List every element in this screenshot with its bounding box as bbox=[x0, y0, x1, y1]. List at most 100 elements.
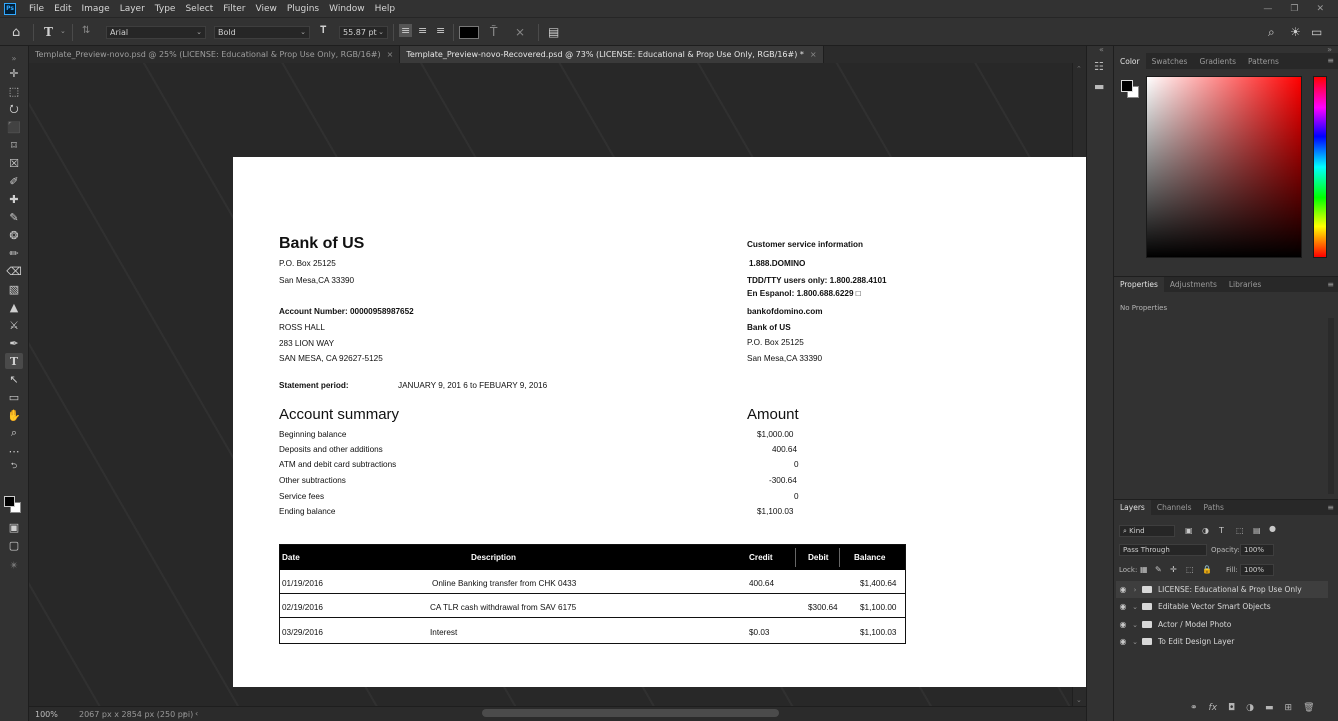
crop-tool-icon[interactable]: ⌑ bbox=[5, 137, 23, 153]
object-select-tool-icon[interactable]: ⬛ bbox=[5, 119, 23, 135]
layer-style-fx-icon[interactable]: fx bbox=[1209, 703, 1218, 713]
document-canvas[interactable]: Bank of US P.O. Box 25125 San Mesa,CA 33… bbox=[233, 157, 1106, 687]
gradient-tool-icon[interactable]: ▧ bbox=[5, 281, 23, 297]
smart-object-filter-icon[interactable]: ▤ bbox=[1253, 526, 1261, 535]
horizontal-scrollbar-thumb[interactable] bbox=[482, 709, 779, 717]
scroll-down-icon[interactable]: ⌄ bbox=[1076, 696, 1082, 704]
visibility-eye-icon[interactable]: ◉ bbox=[1116, 585, 1130, 594]
dodge-tool-icon[interactable]: ⚔ bbox=[5, 317, 23, 333]
tab-paths[interactable]: Paths bbox=[1198, 500, 1230, 516]
blend-mode-select[interactable]: Pass Through bbox=[1119, 544, 1207, 556]
tab-channels[interactable]: Channels bbox=[1151, 500, 1198, 516]
foreground-color-swatch[interactable] bbox=[4, 496, 15, 507]
comments-panel-icon[interactable]: ▬ bbox=[1094, 80, 1104, 93]
tab-gradients[interactable]: Gradients bbox=[1193, 53, 1242, 69]
tab-layers[interactable]: Layers bbox=[1114, 499, 1151, 516]
rectangle-tool-icon[interactable]: ▭ bbox=[5, 389, 23, 405]
add-mask-icon[interactable]: ◘ bbox=[1228, 703, 1235, 713]
visibility-eye-icon[interactable]: ◉ bbox=[1116, 637, 1130, 646]
tab-adjustments[interactable]: Adjustments bbox=[1164, 277, 1223, 293]
lock-artboard-icon[interactable]: ⬚ bbox=[1186, 565, 1194, 574]
link-layers-icon[interactable]: ⚭ bbox=[1190, 703, 1198, 713]
path-selection-tool-icon[interactable]: ↖ bbox=[5, 371, 23, 387]
scroll-up-icon[interactable]: ⌃ bbox=[1076, 65, 1082, 73]
tab-libraries[interactable]: Libraries bbox=[1223, 277, 1267, 293]
quick-mask-icon[interactable]: ▣ bbox=[5, 519, 23, 535]
document-info[interactable]: 2067 px x 2854 px (250 ppi) bbox=[79, 710, 193, 719]
minimize-icon[interactable]: — bbox=[1263, 4, 1272, 14]
blur-tool-icon[interactable]: ▲ bbox=[5, 299, 23, 315]
workspace-icon[interactable]: ▭ bbox=[1311, 25, 1322, 39]
opacity-field[interactable]: 100% bbox=[1240, 544, 1274, 556]
chevron-down-icon[interactable]: ⌄ bbox=[60, 27, 66, 35]
color-picker-field[interactable] bbox=[1146, 76, 1302, 258]
menu-select[interactable]: Select bbox=[180, 4, 218, 14]
foreground-color-swatch[interactable] bbox=[1121, 80, 1133, 92]
lock-position-icon[interactable]: ✛ bbox=[1170, 565, 1177, 574]
cancel-edit-icon[interactable]: ⨯ bbox=[515, 25, 525, 39]
close-icon[interactable]: × bbox=[387, 50, 394, 59]
more-tools-icon[interactable]: ⋯ bbox=[5, 443, 23, 459]
eraser-tool-icon[interactable]: ⌫ bbox=[5, 263, 23, 279]
layer-filter-select[interactable]: ⌕ Kind bbox=[1119, 525, 1175, 537]
type-filter-icon[interactable]: T bbox=[1219, 526, 1224, 535]
text-color-swatch[interactable] bbox=[459, 26, 479, 39]
layer-row[interactable]: ◉ ⌄ Editable Vector Smart Objects bbox=[1116, 598, 1328, 615]
chevron-down-icon[interactable]: ⌄ bbox=[1130, 621, 1140, 629]
tab-swatches[interactable]: Swatches bbox=[1146, 53, 1194, 69]
pen-tool-icon[interactable]: ✒ bbox=[5, 335, 23, 351]
type-tool-icon[interactable]: T bbox=[5, 353, 23, 369]
clone-stamp-tool-icon[interactable]: ❂ bbox=[5, 227, 23, 243]
tab-document-1[interactable]: Template_Preview-novo.psd @ 25% (LICENSE… bbox=[29, 46, 401, 63]
chevron-right-icon[interactable]: › bbox=[183, 709, 186, 718]
font-style-select[interactable]: Bold ⌄ bbox=[214, 26, 310, 39]
tab-properties[interactable]: Properties bbox=[1114, 276, 1164, 293]
layer-row[interactable]: ◉ ⌄ Actor / Model Photo bbox=[1116, 616, 1328, 633]
lock-transparency-icon[interactable]: ▦ bbox=[1140, 565, 1148, 574]
fill-field[interactable]: 100% bbox=[1240, 564, 1274, 576]
font-family-select[interactable]: Arial ⌄ bbox=[106, 26, 206, 39]
chevron-down-icon[interactable]: ⌄ bbox=[1130, 603, 1140, 611]
lock-pixels-icon[interactable]: ✎ bbox=[1155, 565, 1162, 574]
new-layer-icon[interactable]: ⊞ bbox=[1285, 703, 1293, 713]
text-orientation-icon[interactable]: ⇅ bbox=[82, 25, 90, 36]
marquee-tool-icon[interactable]: ⬚ bbox=[5, 83, 23, 99]
healing-brush-tool-icon[interactable]: ✚ bbox=[5, 191, 23, 207]
scroll-left-icon[interactable]: ‹ bbox=[195, 709, 198, 718]
swap-colors-icon[interactable]: ⮌ bbox=[5, 459, 23, 475]
collapse-arrows-icon[interactable]: « bbox=[1099, 45, 1104, 54]
extra-tools-icon[interactable]: ✴ bbox=[5, 557, 23, 573]
character-panel-icon[interactable]: ▤ bbox=[548, 25, 559, 39]
hand-tool-icon[interactable]: ✋ bbox=[5, 407, 23, 423]
home-icon[interactable]: ⌂ bbox=[12, 25, 20, 40]
history-brush-tool-icon[interactable]: ✏ bbox=[5, 245, 23, 261]
menu-file[interactable]: File bbox=[24, 4, 49, 14]
close-icon[interactable]: × bbox=[810, 50, 817, 59]
panel-menu-icon[interactable]: ≡ bbox=[1327, 56, 1334, 65]
properties-scrollbar[interactable] bbox=[1328, 318, 1334, 494]
tab-patterns[interactable]: Patterns bbox=[1242, 53, 1285, 69]
align-center-icon[interactable]: ≡ bbox=[418, 24, 427, 37]
move-tool-icon[interactable]: ✛ bbox=[5, 65, 23, 81]
warp-text-icon[interactable]: T̃ bbox=[490, 25, 497, 39]
new-group-icon[interactable]: ▬ bbox=[1265, 703, 1274, 713]
close-window-icon[interactable]: ✕ bbox=[1316, 4, 1324, 14]
hue-slider[interactable] bbox=[1313, 76, 1327, 258]
visibility-eye-icon[interactable]: ◉ bbox=[1116, 620, 1130, 629]
menu-help[interactable]: Help bbox=[370, 4, 401, 14]
text-tool-preset-icon[interactable]: T bbox=[44, 25, 53, 39]
shape-filter-icon[interactable]: ⬚ bbox=[1236, 526, 1244, 535]
zoom-tool-icon[interactable]: ⌕ bbox=[5, 425, 23, 441]
adjustment-filter-icon[interactable]: ◑ bbox=[1202, 526, 1209, 535]
brush-tool-icon[interactable]: ✎ bbox=[5, 209, 23, 225]
history-panel-icon[interactable]: ☷ bbox=[1094, 60, 1104, 73]
chevron-down-icon[interactable]: ⌄ bbox=[1130, 638, 1140, 646]
menu-view[interactable]: View bbox=[251, 4, 282, 14]
menu-plugins[interactable]: Plugins bbox=[282, 4, 324, 14]
menu-filter[interactable]: Filter bbox=[218, 4, 250, 14]
font-size-field[interactable]: 55.87 pt ⌄ bbox=[339, 26, 388, 39]
pixel-filter-icon[interactable]: ▣ bbox=[1185, 526, 1193, 535]
tab-color[interactable]: Color bbox=[1114, 53, 1146, 69]
lasso-tool-icon[interactable]: ⭮ bbox=[5, 101, 23, 117]
frame-tool-icon[interactable]: ☒ bbox=[5, 155, 23, 171]
